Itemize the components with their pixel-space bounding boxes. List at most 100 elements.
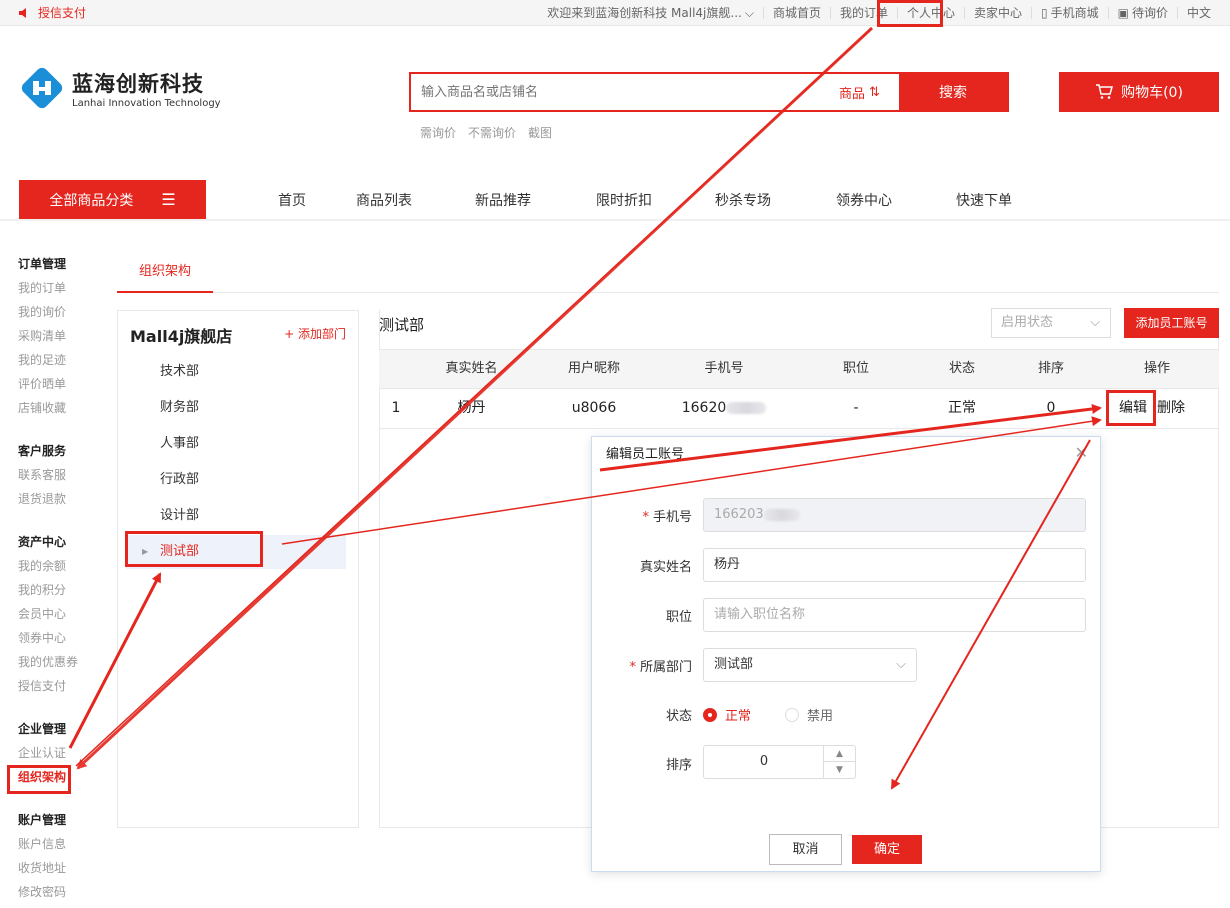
sidebar-item[interactable]: 企业认证 bbox=[18, 745, 66, 769]
all-categories-button[interactable]: 全部商品分类 ☰ bbox=[19, 180, 206, 219]
cart-button[interactable]: 购物车(0) bbox=[1059, 72, 1219, 112]
credit-pay-link[interactable]: 授信支付 bbox=[18, 4, 86, 21]
sidebar-item[interactable]: 我的足迹 bbox=[18, 352, 66, 376]
sidebar-group-title: 企业管理 bbox=[18, 722, 67, 736]
shop-name: Mall4j旗舰店 bbox=[130, 327, 233, 346]
hot-word[interactable]: 截图 bbox=[528, 124, 552, 141]
department-value: 测试部 bbox=[714, 657, 754, 672]
mall-home-link[interactable]: 商城首页 bbox=[764, 7, 831, 19]
sidebar-item[interactable]: 我的订单 bbox=[18, 280, 66, 304]
seller-center-link[interactable]: 卖家中心 bbox=[965, 7, 1032, 19]
position-label: 职位 bbox=[665, 610, 692, 625]
staff-nickname: u8066 bbox=[571, 400, 617, 416]
increment-icon[interactable]: ▲ bbox=[824, 746, 855, 762]
status-filter-select[interactable]: 启用状态 ⌵ bbox=[991, 308, 1111, 338]
nav-home[interactable]: 首页 bbox=[278, 190, 306, 210]
sidebar-group: 企业管理企业认证 组织架构 bbox=[18, 721, 66, 793]
sidebar-item[interactable]: 退货退款 bbox=[18, 491, 66, 515]
nav-coupon-center[interactable]: 领券中心 bbox=[836, 190, 892, 210]
tab-bar: 组织架构 bbox=[117, 256, 1219, 293]
sidebar-item[interactable]: 我的优惠券 bbox=[18, 654, 78, 678]
pending-inquiry-link[interactable]: ▣ 待询价 bbox=[1109, 7, 1178, 19]
confirm-button[interactable]: 确定 bbox=[852, 835, 922, 864]
sidebar-item[interactable]: 收货地址 bbox=[18, 860, 66, 884]
nav-new-products[interactable]: 新品推荐 bbox=[475, 190, 531, 210]
sort-value[interactable]: 0 bbox=[704, 746, 824, 778]
department-item[interactable]: 设计部 bbox=[126, 499, 346, 533]
sidebar-item[interactable]: 账户信息 bbox=[18, 836, 66, 860]
my-orders-link[interactable]: 我的订单 bbox=[831, 7, 898, 19]
sidebar-item[interactable]: 修改密码 bbox=[18, 884, 66, 908]
welcome-text[interactable]: 欢迎来到蓝海创新科技 Mall4j旗舰... ⌵ bbox=[538, 7, 764, 19]
nav-product-list[interactable]: 商品列表 bbox=[356, 190, 412, 210]
credit-pay-label: 授信支付 bbox=[38, 6, 87, 20]
sidebar-item[interactable]: 采购清单 bbox=[18, 328, 66, 352]
nav-limited-discount[interactable]: 限时折扣 bbox=[596, 190, 652, 210]
sidebar-item[interactable]: 我的积分 bbox=[18, 582, 78, 606]
sidebar-item[interactable]: 我的询价 bbox=[18, 304, 66, 328]
close-icon[interactable]: ✕ bbox=[1075, 443, 1088, 462]
sidebar-item[interactable]: 授信支付 bbox=[18, 678, 78, 702]
sidebar-item[interactable]: 联系客服 bbox=[18, 467, 66, 491]
tab-org-structure[interactable]: 组织架构 bbox=[117, 256, 213, 293]
add-department-button[interactable]: + 添加部门 bbox=[284, 325, 346, 342]
col-header: 排序 bbox=[1037, 361, 1064, 376]
department-label: 测试部 bbox=[160, 544, 200, 559]
status-radio-normal[interactable]: 正常 bbox=[703, 705, 751, 724]
edit-button[interactable]: 编辑 bbox=[1111, 389, 1155, 427]
real-name-field[interactable]: 杨丹 bbox=[703, 548, 1086, 582]
search-category-select[interactable]: 商品 ⇅ bbox=[839, 74, 899, 110]
cancel-button[interactable]: 取消 bbox=[769, 834, 842, 865]
col-header: 状态 bbox=[948, 361, 975, 376]
search-bar: 商品⇅ 搜索 bbox=[409, 72, 1009, 112]
personal-center-link[interactable]: 个人中心 bbox=[898, 7, 965, 19]
sidebar-item[interactable]: 组织架构 bbox=[18, 769, 66, 793]
department-label: 人事部 bbox=[160, 436, 200, 451]
caret-right-icon: ▶ bbox=[142, 547, 149, 556]
department-item[interactable]: 人事部 bbox=[126, 427, 346, 461]
department-item[interactable]: ▶ 测试部 bbox=[126, 535, 346, 569]
table-header: 真实姓名 用户昵称 手机号 职位 状态 排序 操作 bbox=[379, 349, 1219, 389]
nav-quick-order[interactable]: 快速下单 bbox=[956, 190, 1012, 210]
sidebar-item[interactable]: 我的余额 bbox=[18, 558, 78, 582]
sidebar-item[interactable]: 领券中心 bbox=[18, 630, 78, 654]
hot-word[interactable]: 需询价 bbox=[420, 124, 456, 141]
hot-words: 需询价 不需询价 截图 bbox=[420, 124, 552, 141]
cart-icon bbox=[1096, 84, 1114, 99]
search-input[interactable] bbox=[411, 74, 839, 110]
mobile-mall-label: 手机商城 bbox=[1050, 6, 1099, 20]
hot-word[interactable]: 不需询价 bbox=[468, 124, 516, 141]
sidebar-item[interactable]: 店铺收藏 bbox=[18, 400, 66, 424]
sidebar-group: 资产中心 我的余额 我的积分 会员中心 领券中心 我的优惠券 授信支付 bbox=[18, 534, 78, 702]
department-select[interactable]: 测试部 ⌵ bbox=[703, 648, 917, 682]
sidebar-group: 客户服务 联系客服 退货退款 bbox=[18, 443, 66, 515]
staff-phone-value: 16620 bbox=[681, 400, 727, 416]
search-button[interactable]: 搜索 bbox=[899, 74, 1007, 110]
edit-staff-dialog: 编辑员工账号 ✕ * 手机号 166203 真实姓名 杨丹 职位 请输入职位名称 … bbox=[591, 436, 1101, 872]
position-field[interactable]: 请输入职位名称 bbox=[703, 598, 1086, 632]
language-link[interactable]: 中文 bbox=[1178, 7, 1220, 19]
top-bar: 授信支付 欢迎来到蓝海创新科技 Mall4j旗舰... ⌵ 商城首页 我的订单 个… bbox=[0, 0, 1230, 26]
brand-logo[interactable]: 蓝海创新科技 Lanhai Innovation Technology bbox=[18, 64, 221, 112]
department-label: 设计部 bbox=[160, 508, 200, 523]
decrement-icon[interactable]: ▼ bbox=[824, 762, 855, 778]
sidebar-item[interactable]: 评价晒单 bbox=[18, 376, 66, 400]
add-staff-button[interactable]: 添加员工账号 bbox=[1124, 308, 1219, 338]
welcome-label: 欢迎来到蓝海创新科技 Mall4j旗舰... bbox=[547, 6, 742, 20]
mobile-mall-link[interactable]: ▯ 手机商城 bbox=[1032, 7, 1109, 19]
status-label: 状态 bbox=[665, 709, 692, 724]
department-item[interactable]: 技术部 bbox=[126, 355, 346, 389]
chevron-down-icon: ⌵ bbox=[896, 657, 906, 672]
department-item[interactable]: 行政部 bbox=[126, 463, 346, 497]
pending-inquiry-label: 待询价 bbox=[1131, 6, 1168, 20]
sort-stepper[interactable]: 0 ▲ ▼ bbox=[703, 745, 856, 779]
phone-icon: ▯ bbox=[1041, 6, 1048, 20]
sidebar-group-title: 账户管理 bbox=[18, 813, 67, 827]
nav-flash-sale[interactable]: 秒杀专场 bbox=[715, 190, 771, 210]
menu-icon: ☰ bbox=[161, 190, 176, 209]
department-label-text: 所属部门 bbox=[639, 660, 692, 675]
department-item[interactable]: 财务部 bbox=[126, 391, 346, 425]
delete-button[interactable]: 删除 bbox=[1151, 389, 1191, 427]
status-radio-disabled[interactable]: 禁用 bbox=[785, 705, 833, 724]
sidebar-item[interactable]: 会员中心 bbox=[18, 606, 78, 630]
